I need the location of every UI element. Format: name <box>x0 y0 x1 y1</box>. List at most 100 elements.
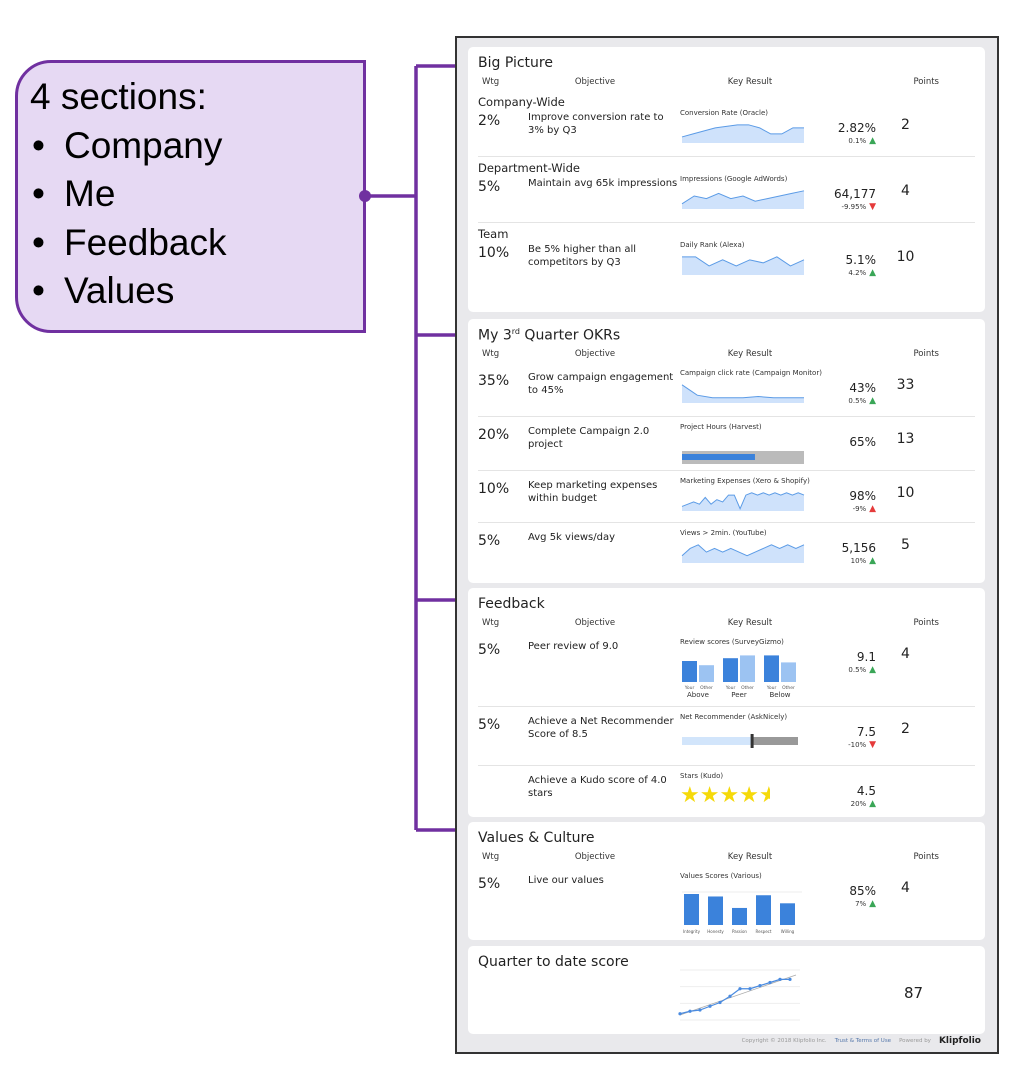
sparkline-area <box>682 190 804 209</box>
delta-text: -9.95% <box>841 203 867 211</box>
delta: 0.5% ▲ <box>814 396 876 406</box>
weight: 10% <box>478 245 510 261</box>
bar-label: Willing <box>781 929 795 934</box>
objective: Achieve a Net Recommender Score of 8.5 <box>528 716 674 740</box>
sparkline-area <box>682 124 804 143</box>
section-card: Feedback Wtg Objective Key Result Points 5% Pe… <box>468 588 985 817</box>
delta: 10% ▲ <box>814 556 876 566</box>
header-wtg: Wtg <box>482 349 500 359</box>
score-point <box>788 977 792 981</box>
objective: Complete Campaign 2.0 project <box>528 426 650 450</box>
okr-row: 10% Keep marketing expenses within budget… <box>478 471 975 523</box>
connector-trunk <box>365 66 418 830</box>
okr-row: Company-Wide 2% Improve conversion rate to… <box>478 91 975 157</box>
okr-row: 5% Peer review of 9.0 Review scores (Surve… <box>478 632 975 707</box>
section-title-sup: rd <box>511 327 520 336</box>
score-point <box>778 977 782 981</box>
weight: 5% <box>478 179 501 195</box>
points: 5 <box>901 537 910 553</box>
section-card: Big Picture Wtg Objective Key Result Points C… <box>468 47 985 312</box>
sparkline-line <box>681 384 804 399</box>
up-triangle-icon: ▲ <box>866 268 876 278</box>
row-body: 20% Complete Campaign 2.0 project Project … <box>478 423 975 469</box>
key-result-title: Review scores (SurveyGizmo) <box>680 638 784 646</box>
row-body: 2% Improve conversion rate to 3% by Q3 Con… <box>478 109 975 149</box>
delta: -9% ▲ <box>814 504 876 514</box>
header-key_result: Key Result <box>727 77 773 87</box>
okr-row: 20% Complete Campaign 2.0 project Project … <box>478 417 975 471</box>
result-value: 7.5 -10% ▼ <box>814 713 876 750</box>
delta-text: 0.1% <box>848 137 867 145</box>
value-text: 2.82% <box>837 121 876 135</box>
group-label: Above <box>687 691 709 699</box>
key-result: Stars (Kudo) ★★★★★ <box>680 772 814 808</box>
objective: Grow campaign engagement to 45% <box>528 372 674 396</box>
sparkline <box>681 124 804 143</box>
delta: -9.95% ▼ <box>814 202 876 212</box>
key-result-title: Stars (Kudo) <box>680 772 724 780</box>
key-result: Impressions (Google AdWords) <box>680 175 814 215</box>
objective: Keep marketing expenses within budget <box>528 480 658 504</box>
delta: 4.2% ▲ <box>814 268 876 278</box>
bar-willing <box>780 903 795 925</box>
score-point <box>698 1008 702 1012</box>
progress-bar <box>682 451 804 464</box>
value-text: 64,177 <box>834 187 876 201</box>
section-title: Feedback <box>478 596 975 614</box>
sparkline <box>681 190 805 209</box>
row-body: 5% Achieve a Net Recommender Score of 8.5… <box>478 713 975 755</box>
copyright: Copyright © 2018 Klipfolio Inc. <box>741 1038 827 1044</box>
points: 2 <box>901 721 910 737</box>
delta-text: 7% <box>855 900 867 908</box>
down-triangle-icon: ▼ <box>866 202 876 212</box>
bar-your <box>764 655 779 682</box>
section-title: Big Picture <box>478 55 975 73</box>
group-label: Peer <box>731 691 747 699</box>
terms-link[interactable]: Trust & Terms of Use <box>835 1038 891 1044</box>
key-result: Conversion Rate (Oracle) <box>680 109 814 149</box>
header-wtg: Wtg <box>482 618 500 628</box>
points <box>876 772 975 780</box>
connector-dot <box>359 190 371 202</box>
objective: Avg 5k views/day <box>528 532 616 543</box>
star-rating: ★★★★★ <box>680 784 814 808</box>
header-points: Points <box>913 852 939 862</box>
bar-your <box>723 658 738 682</box>
header-wtg: Wtg <box>482 852 500 862</box>
objective: Live our values <box>528 875 604 886</box>
delta: 7% ▲ <box>814 899 876 909</box>
sparkline <box>681 384 804 403</box>
weight: 5% <box>478 642 501 658</box>
header-objective: Objective <box>574 349 616 359</box>
row-body: Achieve a Kudo score of 4.0 stars Stars (… <box>478 772 975 809</box>
bullet-fill <box>682 737 752 745</box>
score-point <box>718 1000 722 1005</box>
up-triangle-icon: ▲ <box>866 665 876 675</box>
delta: -10% ▼ <box>814 740 876 750</box>
bar-your <box>682 661 697 682</box>
okr-row: Team 10% Be 5% higher than all competitors… <box>478 223 975 289</box>
star-icon: ★ <box>680 784 700 808</box>
star-icon: ★ <box>699 784 720 808</box>
key-result: Marketing Expenses (Xero & Shopify) <box>680 477 814 517</box>
header-points: Points <box>913 618 939 628</box>
row-body: 35% Grow campaign engagement to 45% Campai… <box>478 369 975 409</box>
okr-row: 5% Live our values Values Scores (Various)… <box>478 866 975 946</box>
points: 4 <box>901 183 910 199</box>
value-text: 5.1% <box>845 253 877 267</box>
objective: Improve conversion rate to 3% by Q3 <box>528 112 664 136</box>
key-result-title: Daily Rank (Alexa) <box>680 241 745 249</box>
weight: 35% <box>478 373 510 389</box>
key-result-title: Impressions (Google AdWords) <box>680 175 788 183</box>
up-triangle-icon: ▲ <box>866 136 876 146</box>
header-key_result: Key Result <box>727 852 773 862</box>
header-objective: Objective <box>574 852 616 862</box>
quarter-card: Quarter to date score 87 <box>468 946 985 1034</box>
weight: 5% <box>478 533 501 549</box>
weight: 5% <box>478 717 501 733</box>
value-text: 5,156 <box>841 541 876 555</box>
review-bar-chart: Your OtherAboveYour OtherPeerYour OtherBelo… <box>682 655 796 699</box>
key-result-title: Conversion Rate (Oracle) <box>680 109 768 117</box>
bar-label: Integrity <box>683 929 701 934</box>
column-headers: Wtg Objective Key Result Points <box>478 349 975 363</box>
